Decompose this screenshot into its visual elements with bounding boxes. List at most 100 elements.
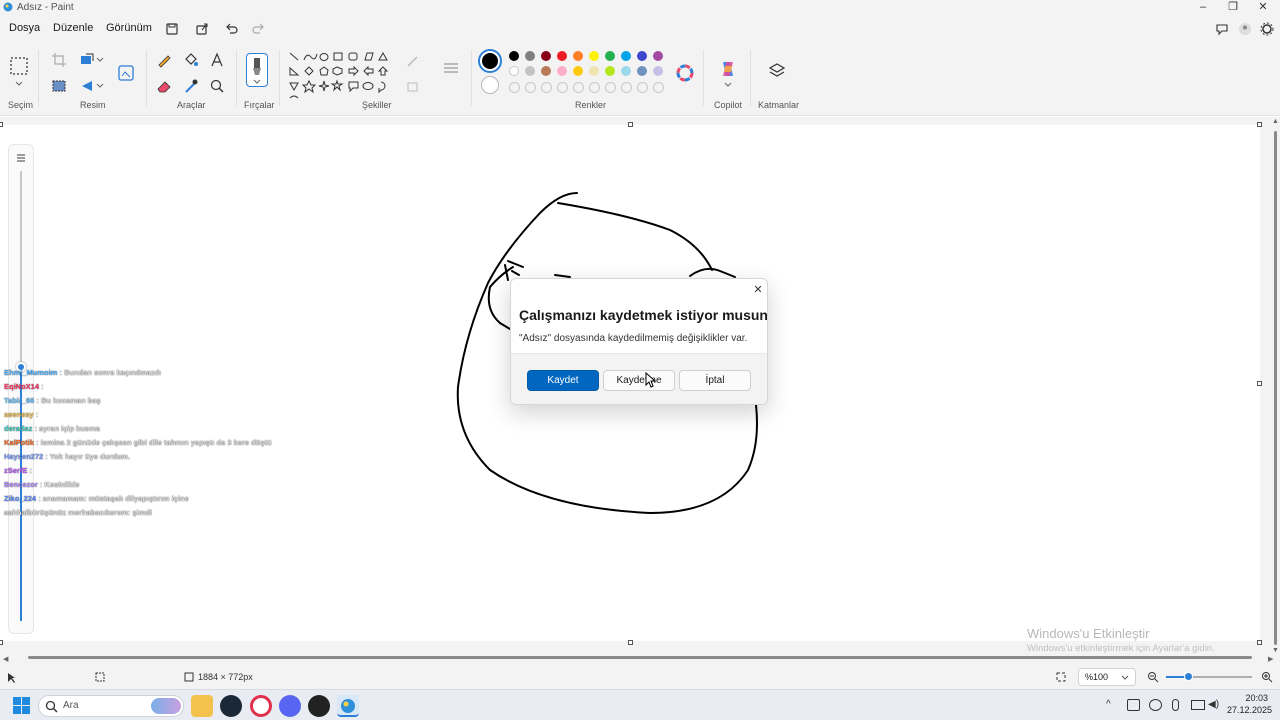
microphone-icon[interactable]	[1172, 699, 1179, 711]
text-icon[interactable]	[208, 51, 226, 69]
scroll-down-arrow-icon[interactable]: ▼	[1272, 647, 1279, 654]
scroll-up-arrow-icon[interactable]: ▲	[1272, 118, 1279, 125]
edit-colors-icon[interactable]	[675, 63, 695, 83]
windows-start-icon[interactable]	[13, 697, 30, 714]
color-swatch[interactable]	[509, 51, 519, 61]
image-edit-icon[interactable]	[116, 63, 136, 83]
fill-bucket-icon[interactable]	[182, 51, 200, 69]
zoom-out-icon[interactable]	[1147, 671, 1159, 683]
resize-handle[interactable]	[0, 640, 3, 645]
color-swatch[interactable]	[653, 51, 663, 61]
outline-icon[interactable]	[404, 52, 422, 70]
chevron-down-icon[interactable]	[724, 82, 732, 88]
zoom-in-icon[interactable]	[1261, 671, 1273, 683]
settings-gear-icon[interactable]	[1257, 19, 1277, 39]
color-swatch[interactable]	[541, 66, 551, 76]
horizontal-scrollbar[interactable]	[28, 656, 1252, 659]
custom-color-slot[interactable]	[525, 82, 536, 93]
share-icon[interactable]	[192, 19, 212, 39]
undo-icon[interactable]	[222, 19, 242, 39]
color-swatch[interactable]	[573, 66, 583, 76]
color-swatch[interactable]	[509, 66, 519, 76]
custom-color-slot[interactable]	[573, 82, 584, 93]
dont-save-button[interactable]: Kaydetme	[603, 370, 675, 391]
primary-color-button[interactable]	[478, 49, 502, 73]
minimize-button[interactable]: –	[1188, 0, 1218, 16]
color-swatch[interactable]	[653, 66, 663, 76]
resize-handle[interactable]	[1257, 122, 1262, 127]
rotate-icon[interactable]	[78, 77, 96, 95]
menu-view[interactable]: Görünüm	[106, 22, 152, 34]
color-swatch[interactable]	[589, 51, 599, 61]
restore-button[interactable]: ❐	[1218, 0, 1248, 16]
zoom-select[interactable]: %100	[1078, 668, 1136, 686]
account-icon[interactable]	[1235, 19, 1255, 39]
shapes-gallery[interactable]	[287, 50, 391, 102]
custom-color-slot[interactable]	[621, 82, 632, 93]
zoom-slider-thumb[interactable]	[1183, 672, 1193, 681]
save-icon[interactable]	[162, 19, 182, 39]
brushes-button[interactable]	[246, 53, 268, 87]
taskbar-clock-date[interactable]: 27.12.2025	[1227, 705, 1272, 715]
paint-taskbar-icon[interactable]	[337, 695, 359, 717]
discord-icon[interactable]	[279, 695, 301, 717]
color-swatch[interactable]	[621, 51, 631, 61]
color-swatch[interactable]	[621, 66, 631, 76]
custom-color-slot[interactable]	[637, 82, 648, 93]
close-window-button[interactable]: ✕	[1248, 0, 1278, 16]
security-icon[interactable]	[1149, 699, 1162, 711]
color-swatch[interactable]	[525, 66, 535, 76]
scroll-left-arrow-icon[interactable]: ◀	[3, 655, 8, 663]
color-swatch[interactable]	[557, 51, 567, 61]
custom-color-slot[interactable]	[605, 82, 616, 93]
github-desktop-icon[interactable]	[308, 695, 330, 717]
resize-handle[interactable]	[628, 122, 633, 127]
secondary-color-button[interactable]	[481, 76, 499, 94]
select-all-icon[interactable]	[50, 77, 68, 95]
chevron-down-icon[interactable]	[14, 80, 24, 88]
show-hidden-icons-chevron-icon[interactable]: ^	[1106, 699, 1111, 710]
color-swatch[interactable]	[525, 51, 535, 61]
selection-rectangle-icon[interactable]	[9, 56, 29, 76]
color-swatch[interactable]	[637, 51, 647, 61]
redo-icon[interactable]	[248, 19, 268, 39]
sync-icon[interactable]	[1127, 699, 1140, 711]
custom-color-slot[interactable]	[557, 82, 568, 93]
chevron-down-icon[interactable]	[96, 56, 104, 64]
menu-file[interactable]: Dosya	[9, 22, 40, 34]
network-icon[interactable]	[1191, 700, 1205, 710]
custom-color-slot[interactable]	[509, 82, 520, 93]
crop-icon[interactable]	[50, 51, 68, 69]
resize-icon[interactable]	[78, 51, 96, 69]
color-swatch[interactable]	[557, 66, 567, 76]
fill-icon[interactable]	[404, 77, 422, 95]
eraser-icon[interactable]	[155, 77, 173, 95]
color-picker-icon[interactable]	[182, 77, 200, 95]
color-swatch[interactable]	[637, 66, 647, 76]
cancel-button[interactable]: İptal	[679, 370, 751, 391]
taskbar-clock-time[interactable]: 20:03	[1232, 693, 1268, 703]
scroll-right-arrow-icon[interactable]: ▶	[1268, 655, 1273, 663]
save-button[interactable]: Kaydet	[527, 370, 599, 391]
feedback-icon[interactable]	[1212, 19, 1232, 39]
steam-icon[interactable]	[220, 695, 242, 717]
resize-handle[interactable]	[1257, 381, 1262, 386]
custom-color-slot[interactable]	[653, 82, 664, 93]
pencil-icon[interactable]	[155, 51, 173, 69]
vertical-scrollbar[interactable]	[1274, 131, 1277, 645]
resize-handle[interactable]	[1257, 640, 1262, 645]
color-swatch[interactable]	[573, 51, 583, 61]
fit-to-window-icon[interactable]	[1055, 671, 1067, 683]
file-explorer-icon[interactable]	[191, 695, 213, 717]
color-swatch[interactable]	[541, 51, 551, 61]
custom-color-slot[interactable]	[589, 82, 600, 93]
chevron-down-icon[interactable]	[96, 82, 104, 90]
opera-gx-icon[interactable]	[250, 695, 272, 717]
taskbar-search-box[interactable]: Ara	[38, 695, 184, 717]
menu-edit[interactable]: Düzenle	[53, 22, 93, 34]
volume-icon[interactable]: ◀)	[1208, 699, 1219, 710]
color-swatch[interactable]	[589, 66, 599, 76]
resize-handle[interactable]	[628, 640, 633, 645]
magnifier-icon[interactable]	[208, 77, 226, 95]
layers-icon[interactable]	[766, 60, 788, 82]
